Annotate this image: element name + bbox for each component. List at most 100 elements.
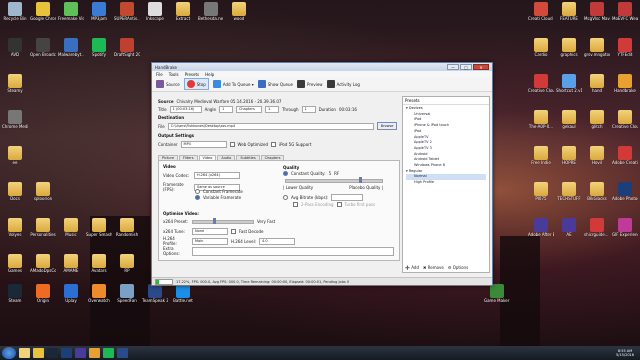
preset-options-button[interactable]: ⚙ Options	[448, 265, 468, 270]
desktop-icon[interactable]: Malwarebyt... Anti-Malware	[58, 38, 84, 68]
teamspeak-icon[interactable]	[117, 348, 128, 358]
handbrake-icon[interactable]	[89, 348, 100, 358]
show-queue-button[interactable]: Show Queue	[257, 80, 293, 88]
fast-decode-checkbox[interactable]	[231, 229, 236, 234]
desktop-icon[interactable]: Free Indie	[528, 146, 554, 176]
minimize-button[interactable]: —	[447, 64, 459, 70]
turbo-checkbox[interactable]	[336, 202, 342, 207]
desktop-icon[interactable]: Games	[2, 254, 28, 284]
desktop-icon[interactable]: Overwatch	[86, 284, 112, 314]
desktop-icon[interactable]: Shortcut 2.v1.4	[556, 74, 582, 104]
menu-file[interactable]: File	[156, 72, 163, 77]
desktop-icon[interactable]: Battle.net	[170, 284, 196, 314]
desktop-icon[interactable]: MP3jam	[86, 2, 112, 32]
desktop-icon[interactable]: Extract	[170, 2, 196, 32]
desktop-icon[interactable]: Inkscape	[142, 2, 168, 32]
desktop-icon[interactable]: GIF Experience	[612, 218, 638, 248]
photoshop-icon[interactable]	[61, 348, 72, 358]
desktop-icon[interactable]: Adobe Creative Cloud	[612, 146, 638, 176]
desktop-icon[interactable]: RP	[114, 254, 140, 284]
avg-bitrate-radio[interactable]	[283, 195, 288, 200]
chapters-select[interactable]: Chapters	[235, 106, 262, 113]
desktop-icon[interactable]: YTFEdit	[612, 38, 638, 68]
desktop-icon[interactable]: Creative Cloud (ALL Adobe...)	[612, 110, 638, 140]
desktop-icon[interactable]: Freemake Video Do...	[58, 2, 84, 32]
desktop-icon[interactable]: DraftSight 2015 x64	[114, 38, 140, 68]
desktop-icon[interactable]: Bethesda.ne Launcher	[198, 2, 224, 32]
h264-profile-select[interactable]: Main	[192, 237, 228, 245]
preview-button[interactable]: Preview	[296, 80, 323, 88]
stop-button[interactable]: Stop	[183, 78, 209, 90]
angle-select[interactable]: 1	[218, 106, 233, 113]
constant-quality-radio[interactable]	[283, 171, 288, 176]
desktop-icon[interactable]: Open Broadcast...	[30, 38, 56, 68]
web-optimized-checkbox[interactable]	[229, 142, 235, 147]
desktop-icon[interactable]: The-A0P-0...	[528, 110, 554, 140]
quality-slider-thumb[interactable]	[358, 177, 362, 183]
desktop-icon[interactable]: TECHSTUFF	[556, 182, 582, 212]
through-chapter-select[interactable]: 1	[301, 106, 316, 113]
desktop-icon[interactable]: Spotify	[86, 38, 112, 68]
desktop-icon[interactable]: AMAME	[58, 254, 84, 284]
title-bar[interactable]: HandBrake — □ ✕	[152, 63, 492, 71]
close-button[interactable]: ✕	[473, 64, 489, 70]
quality-slider[interactable]	[285, 177, 383, 183]
desktop-icon[interactable]: Adobe Photoshop...	[612, 182, 638, 212]
desktop-icon[interactable]: Randomish	[114, 218, 140, 248]
desktop-icon[interactable]: ee	[2, 146, 28, 176]
x264-tune-select[interactable]: None	[192, 228, 228, 235]
system-clock[interactable]: 8:55 AM 5/15/2016	[616, 349, 634, 357]
desktop-icon[interactable]: Volyes	[2, 218, 28, 248]
desktop-icon[interactable]: Game Maker Studio	[484, 284, 510, 314]
steam-icon[interactable]	[47, 348, 58, 358]
desktop-icon[interactable]: Steam	[2, 284, 28, 314]
constant-framerate-radio[interactable]	[195, 189, 200, 194]
x264-preset-slider[interactable]	[192, 217, 254, 224]
desktop-icon[interactable]: Adobe After Effects CC...	[528, 218, 554, 248]
desktop-icon[interactable]: grsv.mngotoo	[584, 38, 610, 68]
source-button[interactable]: Source	[156, 80, 180, 88]
x264-preset-thumb[interactable]	[213, 217, 216, 224]
avg-bitrate-input[interactable]	[331, 194, 364, 201]
menu-tools[interactable]: Tools	[169, 72, 179, 77]
desktop-icon[interactable]: BlkGlacks	[584, 182, 610, 212]
desktop-icon[interactable]: SUPERAntis... Free Edition	[114, 2, 140, 32]
activity-log-button[interactable]: Activity Log	[326, 80, 360, 88]
container-select[interactable]: MP4	[180, 141, 227, 148]
after-effects-icon[interactable]	[75, 348, 86, 358]
desktop-icon[interactable]: Avatars	[86, 254, 112, 284]
ipod-checkbox[interactable]	[271, 142, 277, 147]
h264-level-select[interactable]: 4.0	[259, 237, 296, 245]
desktop-icon[interactable]: glitch	[584, 110, 610, 140]
desktop-icon[interactable]: Hovil	[584, 146, 610, 176]
desktop-icon[interactable]: AE	[556, 218, 582, 248]
desktop-icon[interactable]: Creati Cloud Me...	[528, 2, 554, 32]
menu-presets[interactable]: Presets	[185, 72, 200, 77]
browse-button[interactable]: Browse	[376, 122, 398, 130]
spotify-icon[interactable]	[103, 348, 114, 358]
desktop-icon[interactable]: HOPRE	[556, 146, 582, 176]
desktop-icon[interactable]: Origin	[30, 284, 56, 314]
desktop-icon[interactable]: shicrguide... Copy.pdf	[584, 218, 610, 248]
remove-preset-button[interactable]: ✖ Remove	[423, 265, 444, 270]
desktop-icon[interactable]: Creative Cloud	[528, 74, 554, 104]
title-select[interactable]: 1 (00:03:16)	[169, 106, 202, 113]
desktop-icon[interactable]: FEATURE	[556, 2, 582, 32]
desktop-icon[interactable]: hand	[584, 74, 610, 104]
desktop-icon[interactable]: Personalities	[30, 218, 56, 248]
desktop-icon[interactable]: Steamy	[2, 74, 28, 104]
menu-help[interactable]: Help	[205, 72, 214, 77]
desktop-icon[interactable]: McgVlsc Mavis	[584, 2, 610, 32]
desktop-icon[interactable]: MoEVFC Weaving	[612, 2, 638, 32]
file-input[interactable]: C:\Users\Fishbones\Desktop\sss.mp4	[167, 122, 374, 130]
desktop-icon[interactable]: Super Smash Bros. Fo...	[86, 218, 112, 248]
chrome-icon[interactable]	[33, 348, 44, 358]
extra-options-input[interactable]	[192, 246, 394, 256]
add-preset-button[interactable]: ➕ Add	[405, 265, 419, 270]
desktop-icon[interactable]: Uplay	[58, 284, 84, 314]
variable-framerate-radio[interactable]	[195, 195, 200, 200]
preset-item[interactable]: High Profile	[406, 180, 486, 186]
explorer-icon[interactable]	[19, 348, 30, 358]
desktop-icon[interactable]: wood	[226, 2, 252, 32]
add-to-queue-button[interactable]: Add To Queue ▾	[212, 80, 254, 88]
